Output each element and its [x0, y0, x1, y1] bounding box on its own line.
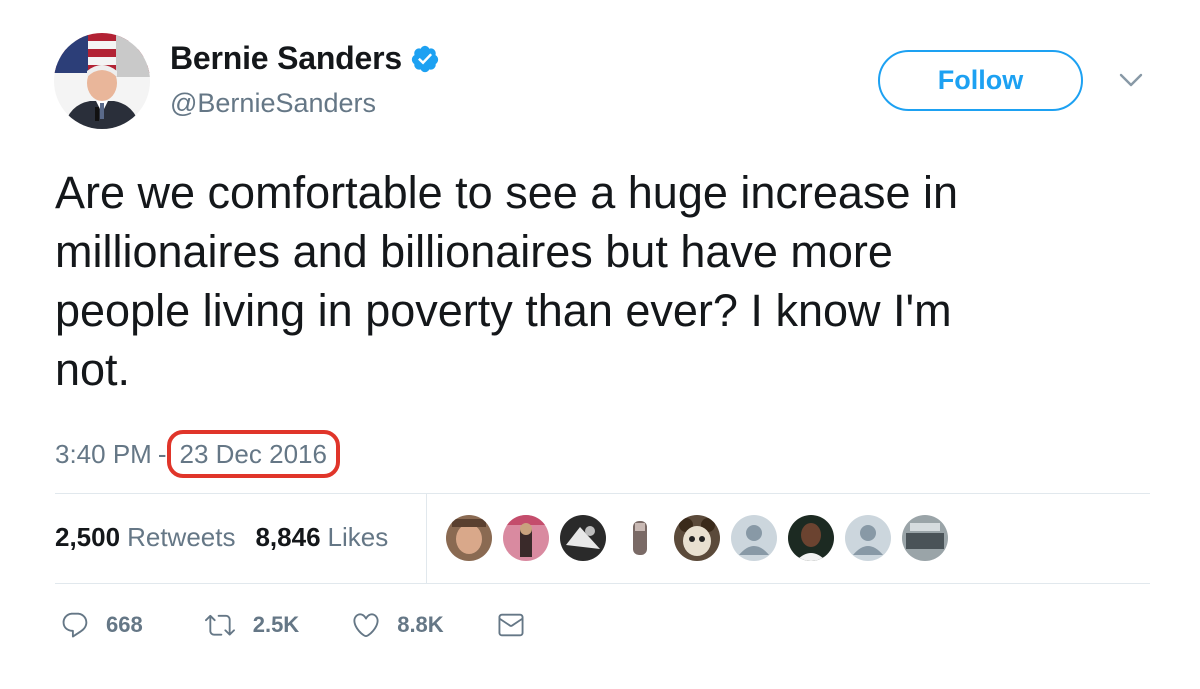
retweet-button[interactable]: 2.5K — [203, 610, 299, 640]
tweet-time[interactable]: 3:40 PM — [55, 439, 152, 470]
liker-avatar[interactable] — [788, 515, 834, 561]
liker-avatar[interactable] — [845, 515, 891, 561]
likers-avatars — [446, 515, 959, 561]
retweet-count: 2.5K — [252, 612, 300, 637]
author-name-row[interactable]: Bernie Sanders — [170, 40, 440, 77]
likes-label: Likes — [327, 522, 389, 552]
heart-icon — [353, 613, 379, 638]
avatar-photo — [54, 33, 150, 129]
likes-count: 8,846 — [255, 522, 321, 552]
retweets-stat[interactable]: 2,500 Retweets — [55, 522, 235, 553]
reply-icon — [62, 612, 88, 638]
reply-button[interactable]: 668 — [60, 610, 143, 640]
like-button[interactable]: 8.8K — [351, 610, 444, 640]
liker-avatar[interactable] — [902, 515, 948, 561]
liker-avatar[interactable] — [731, 515, 777, 561]
divider-bottom — [55, 583, 1150, 584]
divider-top — [55, 493, 1150, 494]
liker-avatar[interactable] — [674, 515, 720, 561]
tweet-actions: 668 2.5K 8.8K — [60, 610, 526, 640]
author-avatar[interactable] — [54, 33, 150, 129]
likes-stat[interactable]: 8,846 Likes — [255, 522, 388, 553]
direct-message-button[interactable] — [496, 610, 526, 640]
liker-avatar[interactable] — [617, 515, 663, 561]
date-highlight-circle: 23 Dec 2016 — [166, 430, 340, 478]
chevron-down-icon[interactable] — [1118, 70, 1144, 90]
tweet-timestamp[interactable]: 3:40 PM - 23 Dec 2016 — [55, 430, 340, 478]
tweet-text: Are we comfortable to see a huge increas… — [55, 167, 959, 395]
retweets-label: Retweets — [127, 522, 236, 552]
liker-avatar[interactable] — [560, 515, 606, 561]
retweet-icon — [204, 614, 235, 636]
author-name[interactable]: Bernie Sanders — [170, 40, 402, 77]
tweet-stats: 2,500 Retweets 8,846 Likes — [55, 522, 388, 553]
verified-badge-icon — [411, 45, 439, 72]
timestamp-separator: - — [157, 438, 167, 469]
follow-button[interactable]: Follow — [878, 50, 1083, 111]
envelope-icon — [498, 613, 524, 637]
author-handle[interactable]: @BernieSanders — [170, 88, 376, 119]
tweet-date[interactable]: 23 Dec 2016 — [180, 439, 327, 470]
retweets-count: 2,500 — [55, 522, 121, 552]
liker-avatar[interactable] — [446, 515, 492, 561]
like-count: 8.8K — [397, 612, 444, 637]
divider-vertical — [426, 494, 427, 583]
reply-count: 668 — [106, 612, 143, 637]
liker-avatar[interactable] — [503, 515, 549, 561]
